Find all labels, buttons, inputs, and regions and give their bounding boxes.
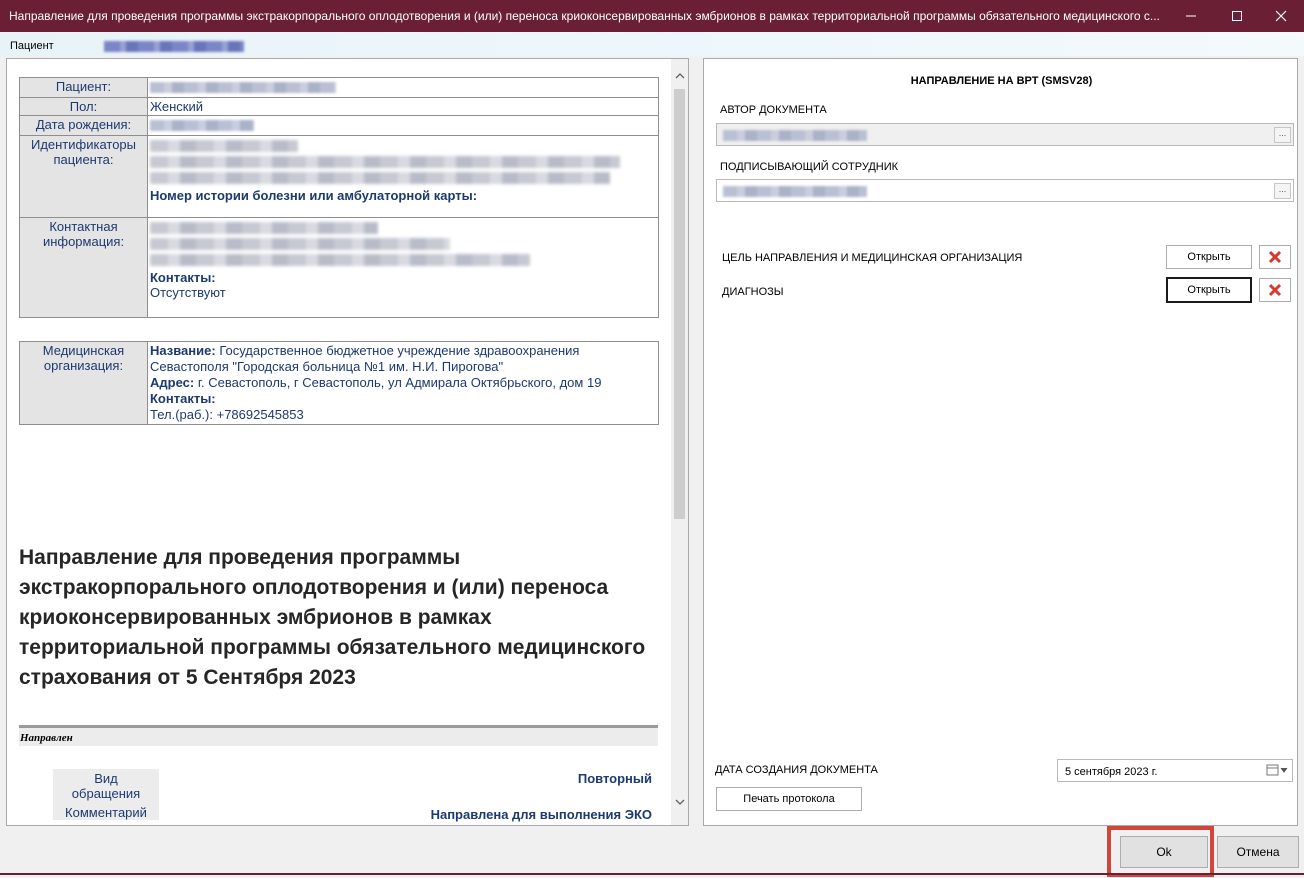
- document-title: Направление для проведения программы экс…: [19, 546, 646, 689]
- date-value: 5 сентября 2023 г.: [1065, 766, 1158, 778]
- print-protocol-button[interactable]: Печать протокола: [716, 787, 862, 811]
- minimize-icon: [1186, 15, 1196, 17]
- table-row: Идентификаторы пациента: Номер истории б…: [19, 135, 659, 218]
- patient-label: Пациент: [10, 40, 54, 52]
- id-redacted: [150, 140, 298, 152]
- dob-label: Дата рождения:: [19, 115, 148, 136]
- calendar-icon[interactable]: [1266, 764, 1288, 779]
- org-address-value: г. Севастополь, г Севастополь, ул Адмира…: [197, 375, 602, 390]
- patient-header: Пациент: [0, 32, 1304, 56]
- id-redacted: [150, 172, 610, 184]
- table-row: Медицинская организация: Название: Госуд…: [19, 341, 659, 425]
- diagnoses-open-button[interactable]: Открыть: [1166, 277, 1252, 303]
- ok-button[interactable]: Ok: [1120, 836, 1208, 868]
- form-panel: НАПРАВЛЕНИЕ НА ВРТ (SMSV28) АВТОР ДОКУМЕ…: [703, 58, 1298, 826]
- minimize-button[interactable]: [1168, 0, 1214, 32]
- delete-icon: [1268, 250, 1282, 264]
- comment-label: Комментарий: [65, 805, 147, 820]
- close-button[interactable]: [1258, 0, 1304, 32]
- org-label: Медицинская организация:: [19, 341, 148, 425]
- author-picker-button[interactable]: ...: [1274, 127, 1291, 143]
- org-contacts-value: Тел.(раб.): +78692545853: [150, 407, 304, 422]
- signer-label: ПОДПИСЫВАЮЩИЙ СОТРУДНИК: [720, 161, 899, 173]
- contact-redacted: [150, 222, 378, 234]
- document-preview[interactable]: Пациент: Пол: Женский Дата рождения: Иде…: [6, 58, 689, 826]
- creation-date-picker[interactable]: 5 сентября 2023 г.: [1057, 759, 1293, 782]
- purpose-delete-button[interactable]: [1259, 245, 1291, 269]
- scroll-down-icon[interactable]: [673, 795, 686, 809]
- scroll-up-icon[interactable]: [673, 69, 686, 83]
- organization-table: Медицинская организация: Название: Госуд…: [19, 341, 659, 425]
- table-row: Контактная информация: Контакты: Отсутст…: [19, 217, 659, 318]
- table-row: Дата рождения:: [19, 115, 659, 136]
- patient-info-table: Пациент: Пол: Женский Дата рождения: Иде…: [19, 77, 659, 318]
- diagnoses-label: ДИАГНОЗЫ: [722, 286, 784, 298]
- contacts-label: Контакты:: [150, 270, 216, 285]
- cancel-button[interactable]: Отмена: [1217, 836, 1299, 868]
- sex-label: Пол:: [19, 97, 148, 116]
- contact-redacted: [150, 254, 530, 266]
- ids-label: Идентификаторы пациента:: [19, 135, 148, 218]
- contact-label: Контактная информация:: [19, 217, 148, 318]
- visit-type-label: Вид обращения: [71, 771, 141, 801]
- visit-type-value: Повторный: [577, 771, 652, 786]
- scrollbar-thumb[interactable]: [674, 89, 685, 519]
- patient-name-redacted: [150, 82, 336, 93]
- patient-name-redacted: [104, 41, 244, 52]
- purpose-open-button[interactable]: Открыть: [1166, 245, 1252, 269]
- patient-label-cell: Пациент:: [19, 77, 148, 98]
- org-address-label: Адрес:: [150, 375, 195, 390]
- sex-value: Женский: [147, 97, 659, 116]
- maximize-icon: [1232, 11, 1242, 21]
- contact-redacted: [150, 238, 450, 250]
- author-redacted: [723, 130, 867, 141]
- window-bottom-border: [0, 873, 1304, 875]
- signer-redacted: [723, 186, 867, 197]
- vertical-scrollbar[interactable]: [671, 59, 688, 825]
- author-field[interactable]: ...: [716, 123, 1294, 146]
- close-icon: [1275, 10, 1287, 22]
- section-heading: Направлен: [19, 728, 658, 746]
- org-name-label: Название:: [150, 343, 216, 358]
- contacts-value: Отсутствуют: [150, 285, 226, 300]
- form-header: НАПРАВЛЕНИЕ НА ВРТ (SMSV28): [910, 75, 1093, 87]
- purpose-label: ЦЕЛЬ НАПРАВЛЕНИЯ И МЕДИЦИНСКАЯ ОРГАНИЗАЦ…: [722, 252, 1023, 264]
- delete-icon: [1268, 283, 1282, 297]
- table-row: Пол: Женский: [19, 97, 659, 116]
- visit-labels: Вид обращения Комментарий: [53, 769, 159, 820]
- comment-value: Направлена для выполнения ЭКО: [430, 807, 652, 822]
- table-row: Пациент:: [19, 77, 659, 98]
- signer-field[interactable]: ...: [716, 179, 1294, 202]
- dob-redacted: [150, 120, 254, 131]
- title-bar: Направление для проведения программы экс…: [0, 0, 1304, 32]
- signer-picker-button[interactable]: ...: [1274, 183, 1291, 199]
- author-label: АВТОР ДОКУМЕНТА: [720, 104, 827, 116]
- org-contacts-label: Контакты:: [150, 391, 216, 406]
- history-label: Номер истории болезни или амбулаторной к…: [150, 188, 478, 203]
- window-title: Направление для проведения программы экс…: [9, 9, 1160, 23]
- maximize-button[interactable]: [1214, 0, 1260, 32]
- date-label: ДАТА СОЗДАНИЯ ДОКУМЕНТА: [715, 764, 878, 776]
- id-redacted: [150, 156, 620, 168]
- diagnoses-delete-button[interactable]: [1259, 278, 1291, 302]
